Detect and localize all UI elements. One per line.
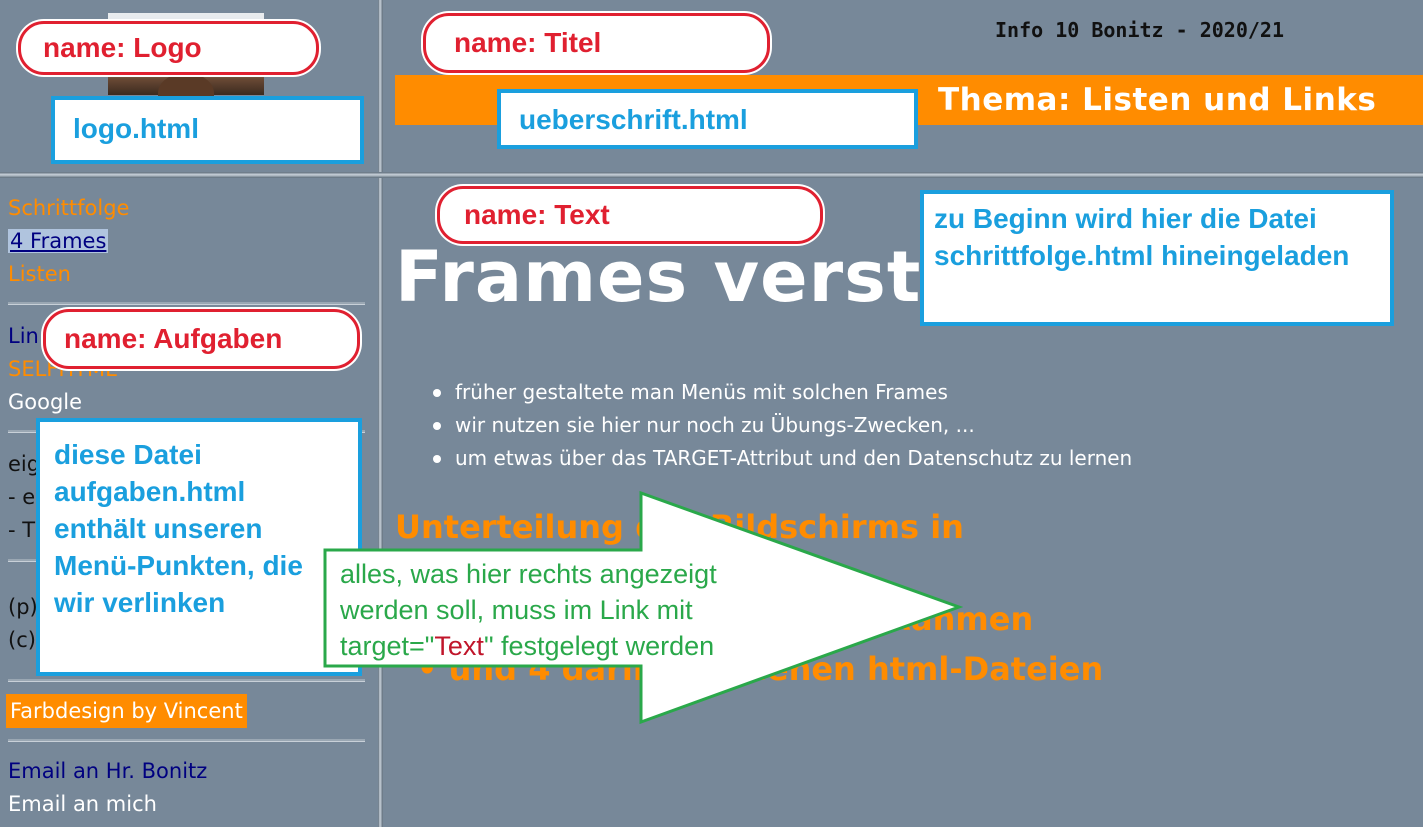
frame-border-horizontal[interactable] <box>0 172 1423 178</box>
farbdesign-credit: Farbdesign by Vincent <box>6 694 247 728</box>
menu-link-schrittfolge[interactable]: Schrittfolge <box>8 192 129 225</box>
menu-divider <box>8 739 365 742</box>
callout-logo-file: logo.html <box>51 96 364 164</box>
list-item: wir nutzen sie hier nur noch zu Übungs-Z… <box>433 409 1132 442</box>
menu-divider <box>8 679 365 682</box>
list-item: um etwas über das TARGET-Attribut und de… <box>433 442 1132 475</box>
arrow-note-target: Text <box>434 631 484 661</box>
callout-titel-file: ueberschrift.html <box>497 89 918 149</box>
callout-text-note: zu Beginn wird hier die Datei schrittfol… <box>920 190 1394 326</box>
menu-divider <box>8 302 365 305</box>
arrow-note: alles, was hier rechts angezeigt werden … <box>340 556 800 664</box>
course-info: Info 10 Bonitz - 2020/21 <box>995 18 1284 42</box>
menu-link-google[interactable]: Google <box>8 386 82 419</box>
topic-heading: Thema: Listen und Links <box>938 82 1377 118</box>
callout-aufgaben-name: name: Aufgaben <box>43 309 360 369</box>
callout-titel-name: name: Titel <box>423 13 770 73</box>
menu-text-t: - T <box>8 518 36 542</box>
callout-logo-name: name: Logo <box>18 21 319 75</box>
menu-link-frames[interactable]: 4 Frames <box>8 229 109 253</box>
email-link-bonitz[interactable]: Email an Hr. Bonitz <box>8 755 207 788</box>
menu-link-listen[interactable]: Listen <box>8 258 71 291</box>
arrow-note-text-end: " festgelegt werden <box>483 631 715 661</box>
menu-text-c: (c) <box>8 628 36 652</box>
menu-text-e: - e <box>8 485 36 509</box>
list-item: früher gestaltete man Menüs mit solchen … <box>433 376 1132 409</box>
bullet-list: früher gestaltete man Menüs mit solchen … <box>433 376 1132 475</box>
callout-aufgaben-note: diese Datei aufgaben.html enthält unsere… <box>36 418 362 676</box>
menu-link-links[interactable]: Lin <box>8 320 39 353</box>
menu-text-p: (p) <box>8 595 38 619</box>
callout-text-name: name: Text <box>437 186 823 244</box>
email-link-mich[interactable]: Email an mich <box>8 788 157 821</box>
